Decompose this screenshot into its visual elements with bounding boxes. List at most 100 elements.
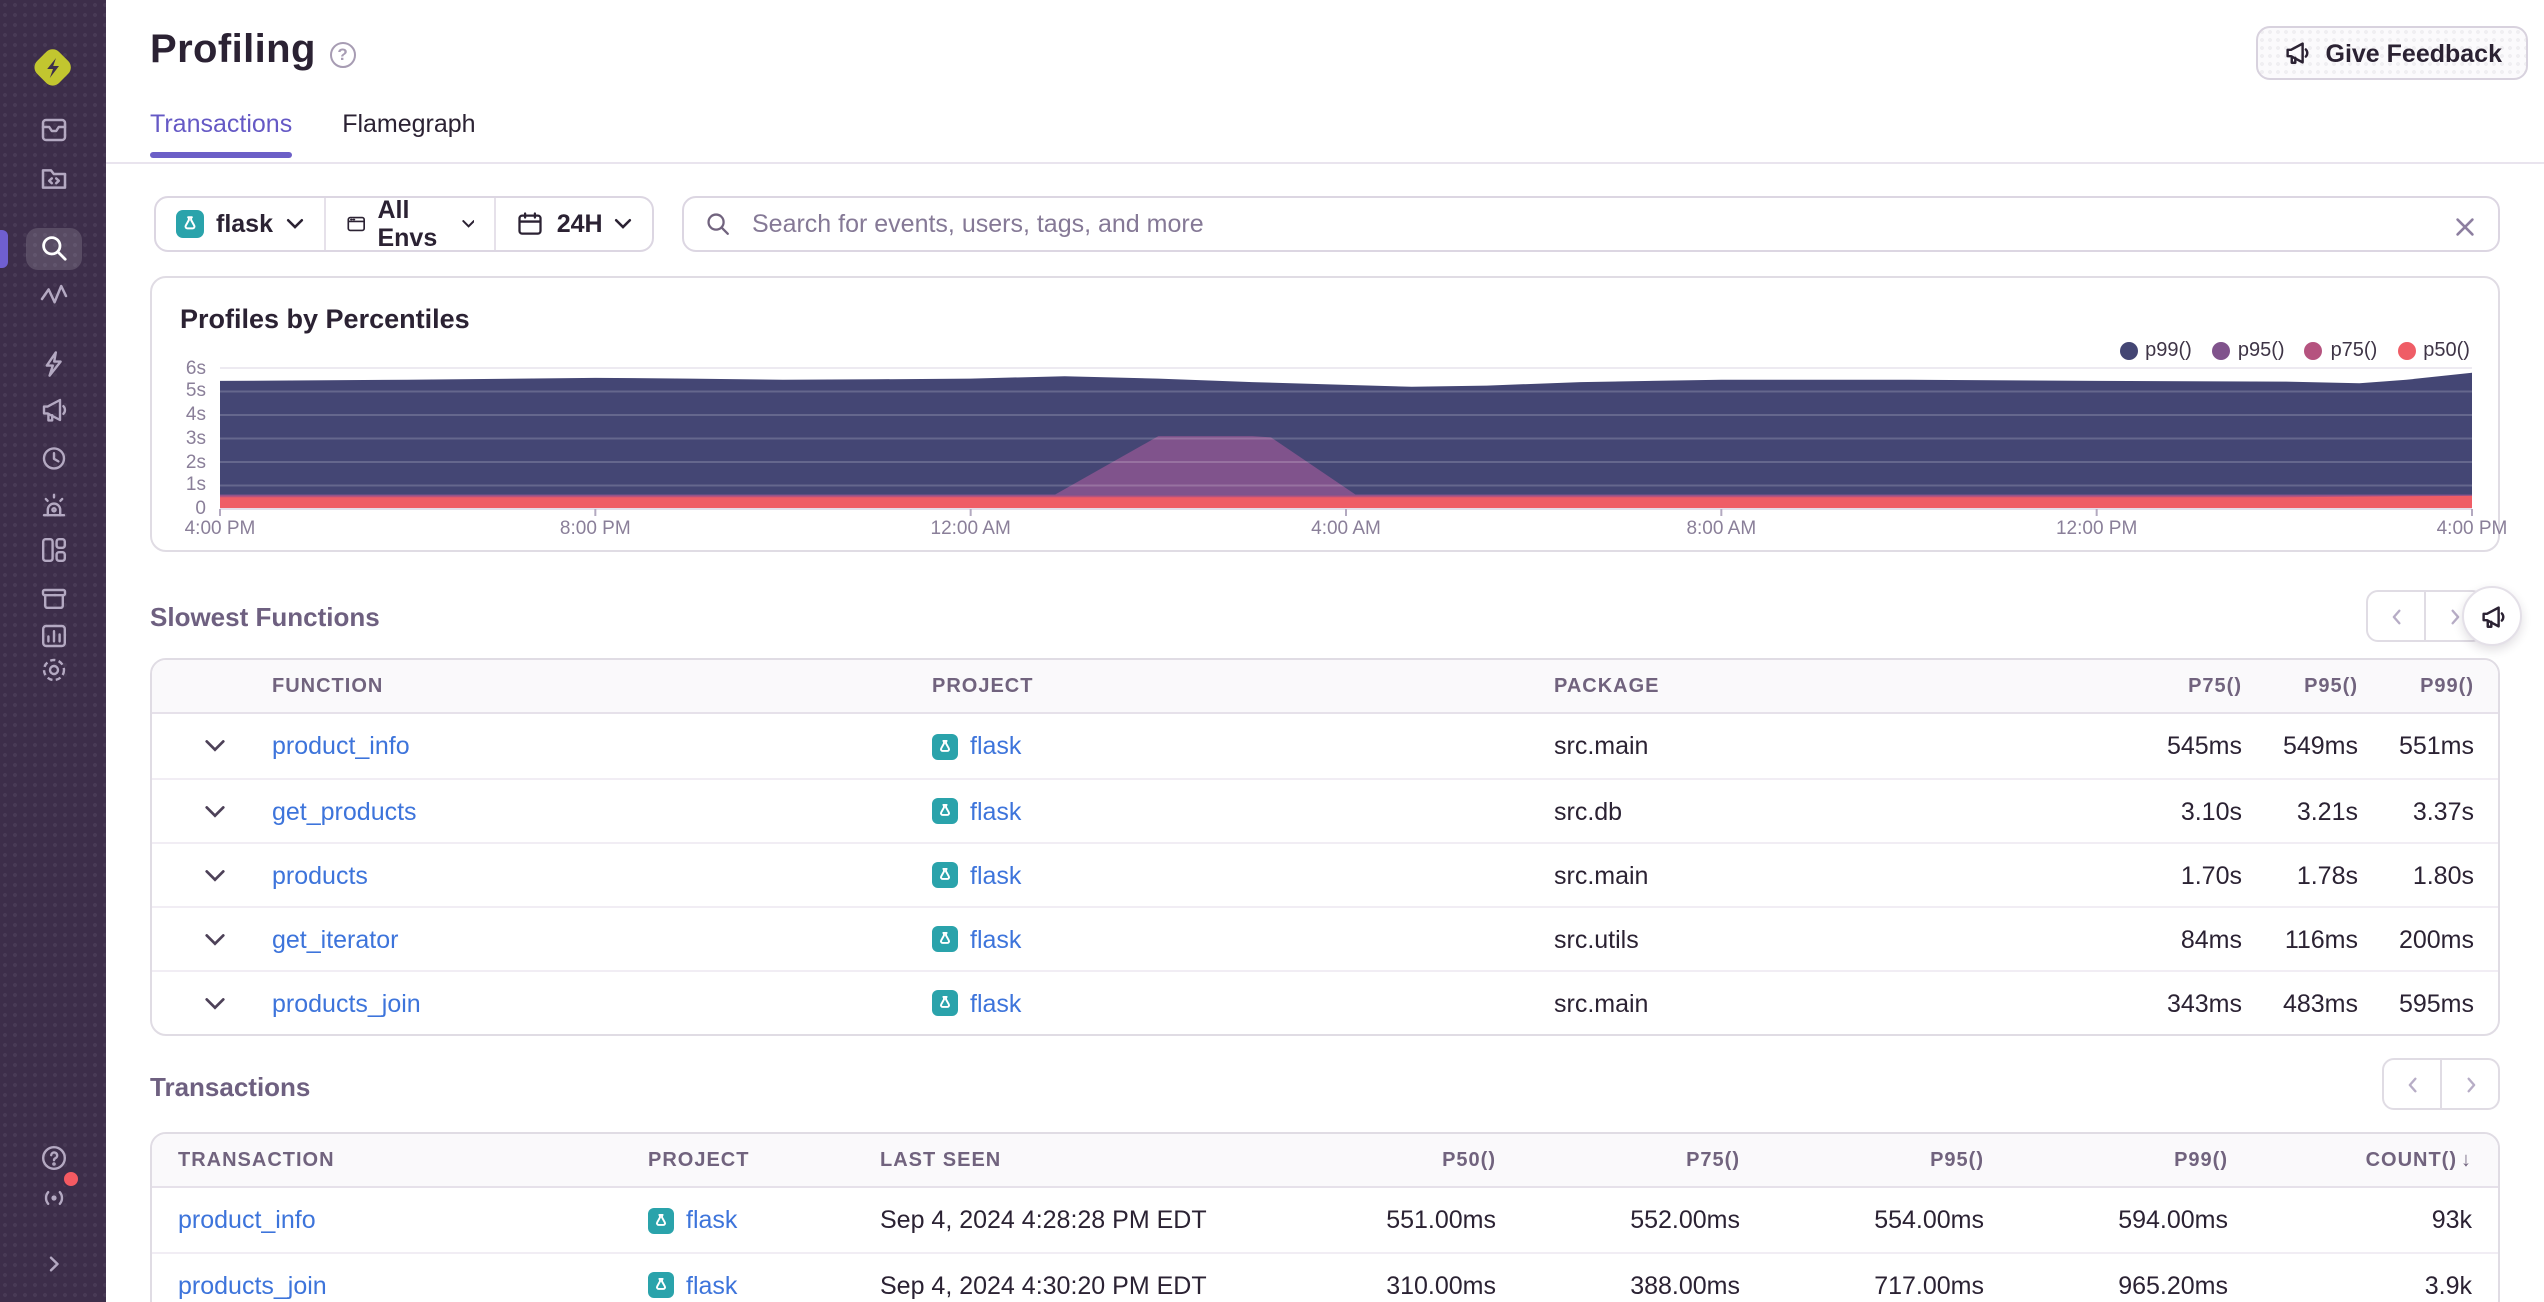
- table-row: product_info flask Sep 4, 2024 4:28:28 P…: [152, 1188, 2498, 1252]
- col-p99: P99(): [2174, 1149, 2228, 1171]
- col-transaction: TRANSACTION: [178, 1149, 335, 1171]
- transaction-link[interactable]: product_info: [178, 1206, 316, 1234]
- releases-archive-icon[interactable]: [0, 581, 106, 613]
- col-p50: P50(): [1442, 1149, 1496, 1171]
- projects-folder-icon[interactable]: [0, 161, 106, 193]
- settings-gear-icon[interactable]: [0, 654, 106, 686]
- expand-row-chevron-icon[interactable]: [152, 803, 272, 819]
- profiles-chart-panel: Profiles by Percentiles p99() p95() p75() p…: [150, 276, 2508, 552]
- flask-platform-icon: [648, 1207, 674, 1233]
- prev-page-button[interactable]: [2382, 1058, 2442, 1110]
- table-row: get_iterator flask src.utils 84ms 116ms …: [152, 906, 2498, 970]
- alerts-siren-icon[interactable]: [0, 489, 106, 521]
- project-cell: flask: [932, 989, 1554, 1017]
- p95-value: 1.78s: [2296, 861, 2358, 889]
- table-row: get_products flask src.db 3.10s 3.21s 3.…: [152, 778, 2498, 842]
- p95-value: 3.21s: [2296, 797, 2358, 825]
- page-title-text: Profiling: [150, 28, 316, 72]
- chevron-left-icon: [2391, 608, 2400, 624]
- feedback-megaphone-icon[interactable]: [0, 394, 106, 426]
- stats-chart-icon[interactable]: [0, 619, 106, 651]
- issues-icon[interactable]: [0, 114, 106, 146]
- p75-value: 343ms: [2166, 989, 2242, 1017]
- expand-row-chevron-icon[interactable]: [152, 995, 272, 1011]
- col-p99: P99(): [2420, 675, 2474, 697]
- project-link[interactable]: flask: [686, 1206, 737, 1234]
- p99-value: 1.80s: [2412, 861, 2474, 889]
- function-link[interactable]: products: [272, 861, 368, 889]
- search-icon: [707, 213, 729, 235]
- project-link[interactable]: flask: [970, 861, 1021, 889]
- project-filter[interactable]: flask: [156, 198, 323, 250]
- p75-value: 545ms: [2166, 732, 2242, 760]
- prev-page-button[interactable]: [2366, 590, 2426, 642]
- explore-search-icon[interactable]: [0, 232, 106, 264]
- sidebar-collapse-chevron-icon[interactable]: [0, 1247, 106, 1279]
- y-axis-tick: 5s: [185, 380, 206, 403]
- megaphone-icon: [2481, 605, 2504, 627]
- legend-dot-icon: [2304, 342, 2323, 360]
- title-help-icon[interactable]: ?: [329, 41, 356, 67]
- floating-feedback-button[interactable]: [2462, 586, 2522, 646]
- slowest-functions-heading: Slowest Functions: [150, 602, 380, 632]
- expand-row-chevron-icon[interactable]: [152, 931, 272, 947]
- y-axis-tick: 2s: [185, 451, 206, 473]
- transaction-link[interactable]: products_join: [178, 1271, 327, 1299]
- p95-value: 116ms: [2284, 925, 2358, 953]
- project-link[interactable]: flask: [970, 732, 1021, 760]
- function-link[interactable]: products_join: [272, 989, 421, 1017]
- p50-value: 551.00ms: [1386, 1206, 1496, 1234]
- project-cell: flask: [932, 925, 1554, 953]
- p75-value: 552.00ms: [1630, 1206, 1740, 1234]
- p95-value: 717.00ms: [1874, 1271, 1984, 1299]
- p95-value: 483ms: [2282, 989, 2358, 1017]
- tab-transactions[interactable]: Transactions: [150, 110, 293, 158]
- whats-new-broadcast-icon[interactable]: [0, 1182, 106, 1214]
- performance-zigzag-icon[interactable]: [0, 279, 106, 311]
- expand-row-chevron-icon[interactable]: [152, 867, 272, 883]
- package-cell: src.main: [1554, 989, 1649, 1017]
- legend-item[interactable]: p75(): [2304, 340, 2377, 362]
- replays-clock-icon[interactable]: [0, 442, 106, 474]
- legend-item[interactable]: p95(): [2211, 340, 2285, 362]
- clear-search-icon[interactable]: [2450, 211, 2480, 241]
- flask-platform-icon: [932, 798, 958, 824]
- sentry-logo-icon[interactable]: [30, 40, 76, 104]
- dashboards-grid-icon[interactable]: [0, 534, 106, 566]
- give-feedback-button[interactable]: Give Feedback: [2255, 26, 2528, 80]
- function-link[interactable]: get_iterator: [272, 925, 398, 953]
- tab-flamegraph[interactable]: Flamegraph: [342, 110, 475, 158]
- project-link[interactable]: flask: [970, 797, 1021, 825]
- x-axis-tick: 4:00 PM: [184, 518, 256, 540]
- table-row: products_join flask Sep 4, 2024 4:30:20 …: [152, 1252, 2498, 1302]
- search-input[interactable]: [748, 208, 2442, 240]
- project-cell: flask: [648, 1206, 880, 1234]
- function-link[interactable]: get_products: [272, 797, 417, 825]
- header-divider: [106, 162, 2544, 164]
- project-link[interactable]: flask: [970, 925, 1021, 953]
- lightning-icon[interactable]: [0, 347, 106, 379]
- p99-value: 595ms: [2398, 989, 2474, 1017]
- date-range-filter[interactable]: 24H: [494, 198, 653, 250]
- project-link[interactable]: flask: [970, 989, 1021, 1017]
- function-link[interactable]: product_info: [272, 732, 410, 760]
- p75-value: 84ms: [2180, 925, 2242, 953]
- legend-dot-icon: [2397, 342, 2416, 360]
- legend-item[interactable]: p99(): [2119, 340, 2192, 362]
- expand-row-chevron-icon[interactable]: [152, 738, 272, 754]
- page-filter-bar: flask All Envs 24H: [154, 196, 654, 252]
- flask-platform-icon: [932, 733, 958, 759]
- project-link[interactable]: flask: [686, 1271, 737, 1299]
- environment-filter[interactable]: All Envs: [323, 196, 495, 252]
- help-icon[interactable]: [0, 1142, 106, 1174]
- chart-x-axis: 4:00 PM 8:00 PM 12:00 AM 4:00 AM 8:00 AM 12:0…: [185, 518, 2508, 542]
- col-count-sort[interactable]: COUNT() ↓: [2228, 1149, 2472, 1171]
- col-p75: P75(): [1686, 1149, 1740, 1171]
- x-axis-tick: 8:00 PM: [559, 518, 631, 540]
- chevron-down-icon: [615, 218, 632, 229]
- percentiles-area-chart[interactable]: [219, 367, 2473, 516]
- legend-label: p95(): [2237, 340, 2285, 362]
- y-axis-tick: 3s: [185, 427, 206, 450]
- next-page-button[interactable]: [2440, 1058, 2500, 1110]
- legend-item[interactable]: p50(): [2397, 340, 2470, 362]
